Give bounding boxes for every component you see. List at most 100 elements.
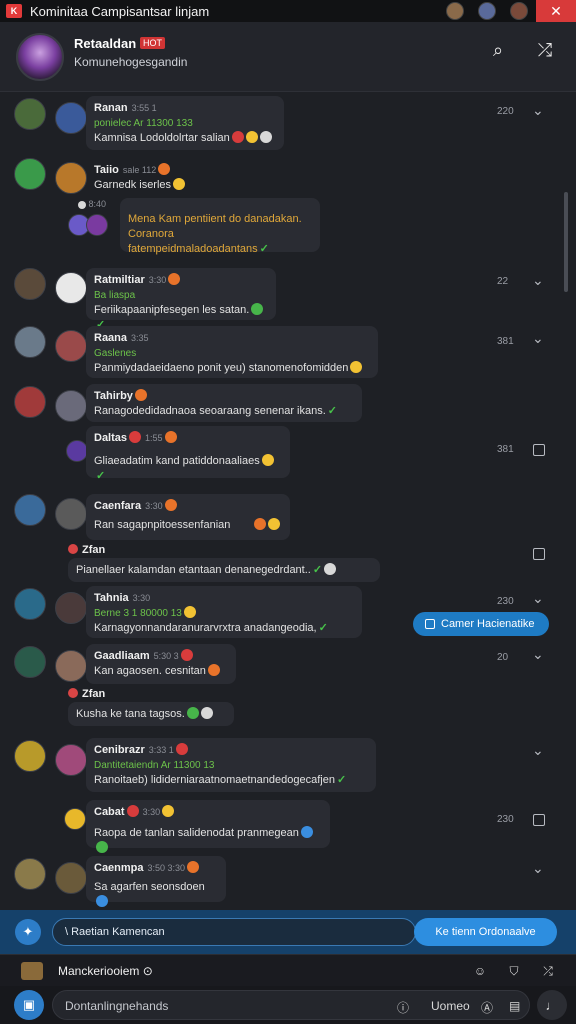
- avatar[interactable]: [510, 2, 528, 20]
- avatar[interactable]: [446, 2, 464, 20]
- chat-header: Retaaldan HOT Komunehogesgandin ⌕ ⤮: [0, 22, 576, 92]
- message-text: Karnagyonnandaranurarvrxtra anadangeodia…: [94, 622, 317, 634]
- message-bubble: Caenfara 3:30 Ran sagapnpitoessenfanian: [86, 494, 290, 540]
- check-icon: ✓: [312, 564, 323, 576]
- emoji-icon: [324, 563, 337, 575]
- user-avatar[interactable]: [14, 494, 46, 526]
- mic-icon[interactable]: ♩: [537, 990, 567, 1020]
- user-avatar[interactable]: [55, 744, 87, 776]
- message-text: Feriikapaanipfesegen les satan.: [94, 304, 250, 316]
- message-time: 220: [497, 106, 514, 117]
- message-meta: 3:30: [142, 807, 161, 817]
- message-time: 22: [497, 276, 509, 287]
- user-avatar[interactable]: [14, 386, 46, 418]
- emoji-icon: [96, 841, 108, 853]
- user-avatar[interactable]: [55, 162, 87, 194]
- avatar[interactable]: [478, 2, 496, 20]
- gif-icon[interactable]: ▤: [509, 999, 520, 1013]
- message-item[interactable]: Caenmpa 3:50 3:30 Sa agarfen seonsdoen ⌄: [0, 854, 576, 907]
- chevron-down-icon[interactable]: ⌄: [532, 742, 544, 759]
- title-bar: K Kominitaa Campisantsar linjam ✕: [0, 0, 576, 22]
- user-avatar[interactable]: [55, 862, 87, 894]
- emoji-icon: [259, 131, 272, 143]
- user-avatar[interactable]: [66, 440, 88, 462]
- emoji-icon: [245, 131, 258, 143]
- reply-icon[interactable]: [533, 548, 545, 560]
- message-item[interactable]: Ratmiltiar 3:30 Ba liaspa Feriikapaanipfe…: [0, 264, 576, 331]
- user-avatar[interactable]: [14, 268, 46, 300]
- participant-name: Manckeriooiem ⊙: [58, 964, 153, 978]
- chevron-down-icon[interactable]: ⌄: [532, 102, 544, 119]
- chevron-down-icon[interactable]: ⌄: [532, 646, 544, 663]
- user-avatar[interactable]: [14, 646, 46, 678]
- channel-avatar[interactable]: [16, 33, 64, 81]
- reply-icon[interactable]: [533, 444, 545, 456]
- message-item[interactable]: Tahirby Ranagodedidadnaoa seoaraang sene…: [0, 382, 576, 490]
- user-avatar[interactable]: [14, 98, 46, 130]
- user-avatar[interactable]: [14, 588, 46, 620]
- status-badge: HOT: [140, 37, 165, 49]
- reply-meta: 1:55: [145, 433, 163, 443]
- message-item[interactable]: Ranan 3:55 1 ponielec Ar 11300 133 Kamnis…: [0, 92, 576, 152]
- message-time: 230: [497, 814, 514, 825]
- emoji-icon: [96, 895, 108, 907]
- user-avatar[interactable]: [86, 214, 108, 236]
- compass-icon[interactable]: ✦: [15, 919, 41, 945]
- chevron-down-icon[interactable]: ⌄: [532, 590, 544, 607]
- reply-icon[interactable]: [533, 814, 545, 826]
- emoji-icon: [187, 861, 200, 873]
- user-avatar[interactable]: [55, 102, 87, 134]
- message-item[interactable]: Caenfara 3:30 Ran sagapnpitoessenfanian Z…: [0, 490, 576, 586]
- close-button[interactable]: ✕: [536, 0, 576, 22]
- emoji-icon: [164, 499, 177, 511]
- check-icon: ✓: [318, 622, 328, 634]
- shield-icon[interactable]: ⛉: [506, 963, 522, 979]
- alert-icon: [68, 544, 78, 554]
- user-avatar[interactable]: [14, 158, 46, 190]
- channel-name: Retaaldan: [74, 36, 137, 51]
- emoji-icon: [173, 178, 186, 190]
- user-avatar[interactable]: [55, 272, 87, 304]
- message-list[interactable]: Ranan 3:55 1 ponielec Ar 11300 133 Kamnis…: [0, 92, 576, 910]
- emoji-picker-icon[interactable]: ☺: [472, 963, 488, 979]
- action-input[interactable]: \ Raetian Kamencan: [52, 918, 416, 946]
- emoji-icon: [134, 389, 147, 401]
- message-item[interactable]: Gaadliaam 5:30 3 Kan agaosen. cesnitan Zf…: [0, 644, 576, 736]
- user-avatar[interactable]: [55, 498, 87, 530]
- composer-mode-label[interactable]: Uomeo: [431, 999, 470, 1013]
- user-avatar[interactable]: [64, 808, 86, 830]
- format-icon[interactable]: Ⓐ: [481, 999, 493, 1016]
- message-item[interactable]: Raana 3:35 Gaslenes Panmiydadaeidaeno pon…: [0, 322, 576, 380]
- chevron-down-icon[interactable]: ⌄: [532, 330, 544, 347]
- user-avatar[interactable]: [14, 740, 46, 772]
- action-bar: ✦ \ Raetian Kamencan Ke tienn Ordonaalve: [0, 910, 576, 954]
- message-input[interactable]: Dontanlingnehands ⓘ Uomeo Ⓐ ▤: [52, 990, 530, 1020]
- message-time: 381: [497, 444, 514, 455]
- message-item[interactable]: Cenibrazr 3:33 1 Dantitetaiendn Ar 11300 …: [0, 736, 576, 796]
- shuffle-icon[interactable]: ⤮: [540, 963, 556, 979]
- message-status: Berne 3 1 80000 13: [94, 608, 182, 619]
- user-avatar[interactable]: [55, 390, 87, 422]
- participant-avatar[interactable]: [21, 962, 43, 980]
- sender-name: Tahnia: [94, 592, 129, 604]
- hint-pill[interactable]: Camer Hacienatike: [413, 612, 549, 636]
- message-item[interactable]: Taiio sale 112 Garnedk iserles 8:40 Mena …: [0, 154, 576, 264]
- search-icon[interactable]: ⌕: [486, 38, 510, 62]
- reply-text: Pianellaer kalamdan etantaan denanegedrd…: [76, 564, 311, 576]
- shuffle-icon[interactable]: ⤮: [533, 38, 557, 62]
- reply-title: Zfan: [82, 544, 106, 556]
- chevron-down-icon[interactable]: ⌄: [532, 860, 544, 877]
- user-avatar[interactable]: [14, 858, 46, 890]
- message-bubble: Cenibrazr 3:33 1 Dantitetaiendn Ar 11300 …: [86, 738, 376, 792]
- attach-button[interactable]: ▣: [14, 990, 44, 1020]
- user-avatar[interactable]: [55, 650, 87, 682]
- user-avatar[interactable]: [55, 330, 87, 362]
- chevron-down-icon[interactable]: ⌄: [532, 272, 544, 289]
- message-item[interactable]: Cabat 3:30 Raopa de tanlan salidenodat pr…: [0, 798, 576, 853]
- reply-header: Zfan: [68, 688, 105, 700]
- user-avatar[interactable]: [55, 592, 87, 624]
- info-icon[interactable]: ⓘ: [397, 999, 409, 1016]
- user-avatar[interactable]: [14, 326, 46, 358]
- action-button[interactable]: Ke tienn Ordonaalve: [414, 918, 557, 946]
- emoji-icon: [207, 664, 220, 676]
